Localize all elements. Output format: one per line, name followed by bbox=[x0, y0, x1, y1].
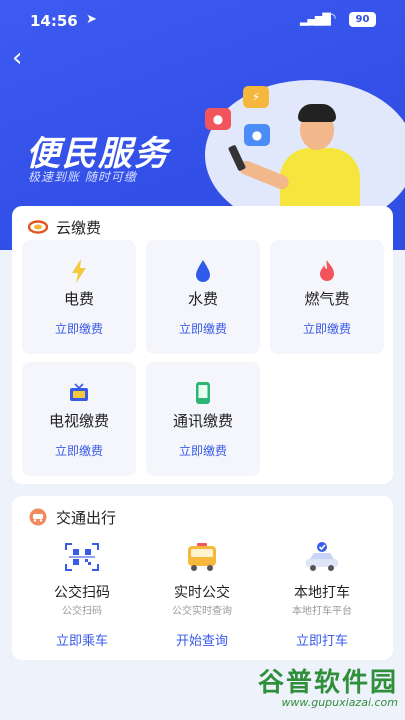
pay-tile-name: 水费 bbox=[187, 290, 218, 308]
cloud-pay-card: 云缴费 电费 立即缴费 水费 立即缴费 燃气费 立即缴费 电视缴费 立即缴费 通… bbox=[12, 206, 393, 484]
pay-tile-name: 电视缴费 bbox=[48, 412, 109, 430]
cloud-pay-header: 云缴费 bbox=[28, 216, 101, 238]
water-drop-icon bbox=[146, 258, 260, 284]
watermark: 谷普软件园 www.gupuxiazai.com bbox=[222, 662, 402, 716]
status-bar: 14:56 ➤ ▂▄▆█ ◠ 90 bbox=[0, 0, 405, 40]
transport-item-name: 实时公交 bbox=[174, 585, 230, 601]
pay-tile-water[interactable]: 水费 立即缴费 bbox=[146, 240, 260, 354]
pay-now-link[interactable]: 立即缴费 bbox=[270, 320, 384, 337]
pay-now-link[interactable]: 立即缴费 bbox=[22, 320, 136, 337]
pay-tile-tv[interactable]: 电视缴费 立即缴费 bbox=[22, 362, 136, 476]
back-chevron-icon[interactable]: ‹ bbox=[12, 44, 36, 72]
battery-indicator: 90 bbox=[349, 12, 376, 27]
wifi-icon: ◠ bbox=[325, 11, 337, 26]
lightning-icon bbox=[22, 258, 136, 284]
transport-item-name: 本地打车 bbox=[294, 585, 350, 601]
water-bubble-icon: ● bbox=[244, 124, 270, 146]
lightning-bubble-icon: ⚡ bbox=[243, 86, 269, 108]
fire-bubble-icon: ● bbox=[205, 108, 231, 130]
transport-item-realtime-bus[interactable]: 实时公交 公交实时查询 开始查询 bbox=[142, 496, 262, 649]
pay-tile-name: 通讯缴费 bbox=[172, 412, 233, 430]
transport-item-desc: 本地打车平台 bbox=[292, 606, 352, 617]
status-time: 14:56 bbox=[30, 12, 78, 30]
pay-tile-gas[interactable]: 燃气费 立即缴费 bbox=[270, 240, 384, 354]
taxi-icon bbox=[262, 542, 382, 572]
pay-now-link[interactable]: 立即缴费 bbox=[146, 320, 260, 337]
transport-card: 交通出行 公交扫码 公交扫码 立即乘车 实时公交 公交实时查询 开始查询 本地打… bbox=[12, 496, 393, 660]
pay-now-link[interactable]: 立即缴费 bbox=[22, 442, 136, 459]
bus-icon bbox=[142, 542, 262, 572]
start-query-link[interactable]: 开始查询 bbox=[142, 630, 262, 649]
transport-item-desc: 公交实时查询 bbox=[172, 606, 232, 617]
hail-taxi-link[interactable]: 立即打车 bbox=[262, 630, 382, 649]
transport-item-bus-qr[interactable]: 公交扫码 公交扫码 立即乘车 bbox=[22, 496, 142, 649]
tv-icon bbox=[22, 380, 136, 406]
watermark-url: www.gupuxiazai.com bbox=[281, 696, 398, 709]
location-arrow-icon: ➤ bbox=[86, 12, 97, 27]
pay-tile-electricity[interactable]: 电费 立即缴费 bbox=[22, 240, 136, 354]
transport-item-name: 公交扫码 bbox=[54, 585, 110, 601]
pay-now-link[interactable]: 立即缴费 bbox=[146, 442, 260, 459]
transport-item-desc: 公交扫码 bbox=[62, 606, 102, 617]
qr-scan-icon bbox=[22, 542, 142, 572]
watermark-title: 谷普软件园 bbox=[257, 668, 398, 698]
phone-icon bbox=[146, 380, 260, 406]
ride-now-link[interactable]: 立即乘车 bbox=[22, 630, 142, 649]
pay-tile-name: 燃气费 bbox=[304, 290, 350, 308]
hero-subtitle: 极速到账 随时可缴 bbox=[28, 170, 137, 184]
pay-tile-telecom[interactable]: 通讯缴费 立即缴费 bbox=[146, 362, 260, 476]
person-hair bbox=[298, 104, 336, 122]
cloud-pay-title: 云缴费 bbox=[56, 218, 102, 237]
transport-item-local-taxi[interactable]: 本地打车 本地打车平台 立即打车 bbox=[262, 496, 382, 649]
cloud-pay-logo-icon bbox=[28, 219, 48, 235]
pay-tile-name: 电费 bbox=[63, 290, 94, 308]
flame-icon bbox=[270, 258, 384, 284]
